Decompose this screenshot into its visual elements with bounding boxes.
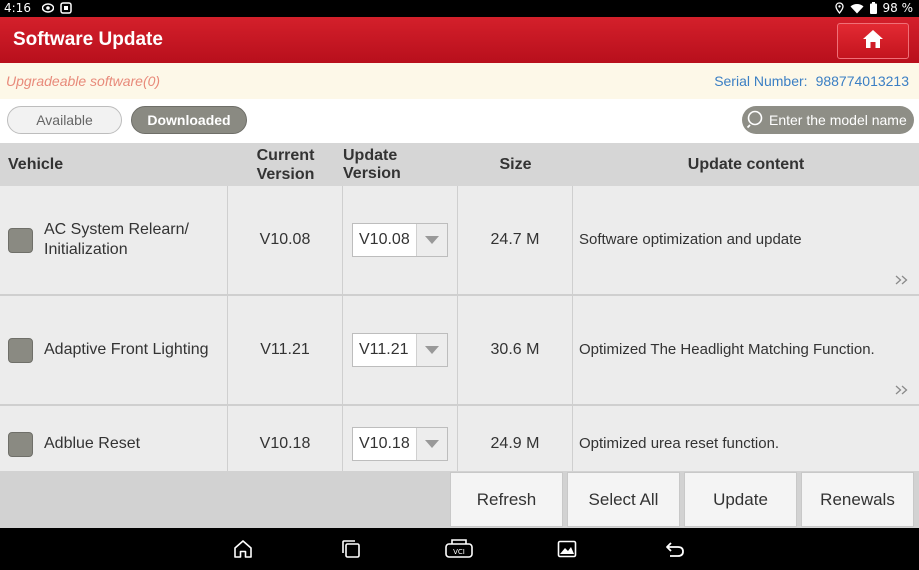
size: 24.7 M: [490, 231, 540, 248]
svg-text:VCI: VCI: [453, 548, 465, 556]
status-time: 4:16: [4, 1, 31, 15]
action-bar: Refresh Select All Update Renewals: [0, 471, 919, 528]
available-tab[interactable]: Available: [7, 106, 122, 134]
update-content-cell: Software optimization and update: [573, 186, 919, 294]
dropdown-arrow-icon: [416, 224, 447, 256]
gallery-icon[interactable]: [556, 538, 578, 560]
update-version-value: V10.08: [359, 231, 410, 248]
info-row: Upgradeable software(0) Serial Number: 98…: [0, 63, 919, 99]
current-version: V11.21: [260, 341, 310, 358]
serial-label: Serial Number:: [714, 73, 808, 89]
header-vehicle: Vehicle: [8, 155, 64, 173]
table-row: AC System Relearn/ Initialization V10.08…: [0, 186, 919, 296]
update-content: Optimized The Headlight Matching Functio…: [579, 341, 875, 358]
screen-record-icon: [60, 2, 72, 14]
row-checkbox[interactable]: [8, 337, 33, 363]
vci-icon[interactable]: VCI: [444, 538, 474, 560]
vehicle-cell: Adblue Reset: [0, 390, 228, 471]
update-version-cell: V10.08: [343, 186, 458, 294]
update-content: Software optimization and update: [579, 231, 802, 248]
update-version-cell: V10.18: [343, 390, 458, 471]
size-cell: 30.6 M: [458, 296, 573, 404]
update-version-cell: V11.21: [343, 296, 458, 404]
serial-number: Serial Number: 988774013213: [714, 63, 909, 99]
dropdown-arrow-icon: [416, 334, 447, 366]
location-icon: [834, 2, 844, 14]
back-icon[interactable]: [664, 538, 686, 560]
update-version-select[interactable]: V10.18: [352, 427, 448, 461]
filter-row: Available Downloaded Enter the model nam…: [0, 99, 919, 143]
double-chevron-right-icon[interactable]: [895, 274, 909, 288]
size-cell: 24.9 M: [458, 390, 573, 471]
system-nav-bar: VCI: [0, 528, 919, 570]
size: 24.9 M: [490, 435, 540, 452]
renewals-button[interactable]: Renewals: [801, 472, 914, 527]
vehicle-cell: Adaptive Front Lighting: [0, 296, 228, 404]
search-input[interactable]: Enter the model name: [742, 106, 914, 134]
size: 30.6 M: [490, 341, 540, 358]
update-content-cell: Optimized The Headlight Matching Functio…: [573, 296, 919, 404]
table-body[interactable]: AC System Relearn/ Initialization V10.08…: [0, 186, 919, 471]
vehicle-name: AC System Relearn/ Initialization: [44, 221, 189, 258]
header-update-version: Update Version: [343, 146, 401, 182]
home-icon[interactable]: [232, 538, 254, 560]
vehicle-cell: AC System Relearn/ Initialization: [0, 186, 228, 294]
header-current-version: Current Version: [256, 146, 315, 183]
dropdown-arrow-icon: [416, 428, 447, 460]
current-version-cell: V10.18: [228, 390, 343, 471]
downloaded-tab[interactable]: Downloaded: [131, 106, 247, 134]
current-version-cell: V11.21: [228, 296, 343, 404]
header-update-content: Update content: [687, 155, 805, 173]
eye-icon: [42, 3, 54, 13]
current-version: V10.18: [259, 435, 311, 452]
app-header: Software Update: [0, 17, 919, 63]
refresh-button[interactable]: Refresh: [450, 472, 563, 527]
search-icon: [746, 109, 766, 132]
update-version-select[interactable]: V11.21: [352, 333, 448, 367]
vehicle-name: Adaptive Front Lighting: [44, 341, 209, 358]
update-content-cell: Optimized urea reset function.: [573, 390, 919, 471]
update-content: Optimized urea reset function.: [579, 435, 780, 452]
battery-icon: [869, 2, 877, 14]
update-version-select[interactable]: V10.08: [352, 223, 448, 257]
size-cell: 24.7 M: [458, 186, 573, 294]
update-version-value: V11.21: [359, 341, 409, 358]
header-size: Size: [499, 155, 532, 173]
row-checkbox[interactable]: [8, 431, 33, 457]
select-all-button[interactable]: Select All: [567, 472, 680, 527]
current-version-cell: V10.08: [228, 186, 343, 294]
home-button[interactable]: [837, 23, 909, 59]
current-version: V10.08: [259, 231, 311, 248]
update-version-value: V10.18: [359, 435, 410, 452]
vehicle-name: Adblue Reset: [44, 435, 141, 452]
serial-value: 988774013213: [815, 73, 909, 89]
battery-percent: 98 %: [882, 1, 914, 15]
table-header: Vehicle Current Version Update Version S…: [0, 143, 919, 186]
status-right: 98 %: [834, 0, 914, 16]
upgradeable-count: Upgradeable software(0): [6, 73, 161, 89]
home-icon: [862, 29, 884, 53]
status-bar: 4:16 98 %: [0, 0, 919, 17]
row-checkbox[interactable]: [8, 227, 33, 253]
table-row: Adblue Reset V10.18 V10.18 24.9 M Optimi…: [0, 390, 919, 471]
update-button[interactable]: Update: [684, 472, 797, 527]
page-title: Software Update: [13, 29, 163, 50]
search-placeholder: Enter the model name: [769, 112, 907, 128]
wifi-icon: [850, 3, 864, 14]
recent-apps-icon[interactable]: [340, 538, 362, 560]
